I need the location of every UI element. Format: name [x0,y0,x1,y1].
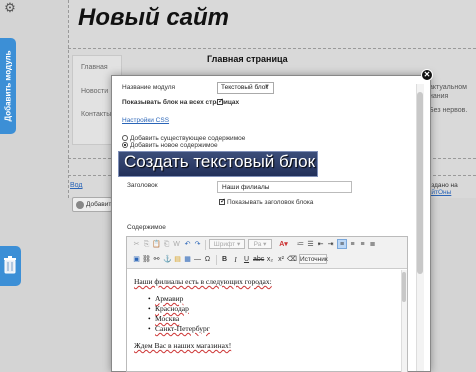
numbered-list-icon[interactable]: ≔ [296,240,305,250]
underline-icon[interactable]: U [242,255,251,265]
content-intro: Наши филиалы есть в следующих городах: [134,277,272,286]
divider [68,48,476,49]
source-button[interactable]: Источник [299,254,328,264]
radio-existing-label: Добавить существующее содержимое [130,135,246,142]
close-icon[interactable]: ✕ [421,69,433,81]
module-type-select[interactable]: Текстовый блок ▼ [217,82,274,94]
align-left-icon[interactable]: ≡ [337,239,347,249]
content-outro: Ждем Вас в наших магазинах! [134,341,231,350]
list-item: Санкт-Петербург [148,324,210,334]
radio-existing-content[interactable] [122,135,128,141]
radio-new-label: Добавить новое содержимое [130,142,218,149]
editor-scroll-thumb[interactable] [402,272,406,302]
module-name-label: Название модуля [122,84,176,91]
link-icon[interactable]: ⛓ [142,255,151,265]
add-button[interactable]: Добавить [72,197,115,212]
table-icon[interactable]: ▦ [183,255,192,265]
nav-item-contacts[interactable]: Контакты [81,111,111,118]
dialog-scroll-thumb[interactable] [417,92,423,274]
toolbar-separator [205,240,206,250]
bold-icon[interactable]: B [220,255,229,265]
show-heading-label: Показывать заголовок блока [227,199,314,206]
image-icon[interactable]: ▣ [132,255,141,265]
list-item: Армавир [148,294,210,304]
cut-icon[interactable]: ✂ [132,240,141,250]
nav-item-news[interactable]: Новости [81,88,108,95]
module-type-value: Текстовый блок [221,84,269,91]
list-item: Москва [148,314,210,324]
indent-icon[interactable]: ⇥ [326,240,335,250]
redo-icon[interactable]: ↷ [193,240,202,250]
content-label: Содержимое [127,224,166,231]
chevron-down-icon: ▼ [264,84,270,90]
video-link[interactable]: Вод [70,182,83,189]
city-name: Армавир [155,294,184,303]
align-right-icon[interactable]: ≡ [358,240,367,250]
site-title: Новый сайт [78,4,230,31]
city-list: Армавир Краснодар Москва Санкт-Петербург [148,294,210,334]
paste-word-icon[interactable]: W [172,240,181,250]
paste-icon[interactable]: 📋 [152,240,161,250]
gear-icon[interactable]: ⚙ [3,1,17,15]
remove-format-icon[interactable]: ⌫ [287,255,297,265]
side-text: нания [429,93,449,100]
radio-new-content[interactable] [122,142,128,148]
undo-icon[interactable]: ↶ [183,240,192,250]
special-char-icon[interactable]: Ω [203,255,212,265]
list-item: Краснодар [148,304,210,314]
source-button-label: Источник [300,256,328,263]
side-text: актуальном [429,84,467,91]
horizontal-rule-icon[interactable]: ― [193,255,202,265]
flash-icon[interactable]: ▤ [173,255,182,265]
toolbar-separator [216,255,217,265]
content-intro-text: Наши филиалы есть в следующих городах: [134,277,272,286]
font-size-select[interactable]: Ра ▾ [248,239,272,249]
outdent-icon[interactable]: ⇤ [316,240,325,250]
font-select-label: Шрифт [213,241,236,248]
unlink-icon[interactable]: ⚯ [152,255,161,265]
page-heading: Главная страница [207,54,288,64]
align-center-icon[interactable]: ≡ [348,240,357,250]
trash-tab[interactable] [0,246,21,286]
copy-icon[interactable]: ⎘ [142,240,151,250]
font-select[interactable]: Шрифт ▾ [209,239,245,249]
nav-item-home[interactable]: Главная [81,64,108,71]
paste-text-icon[interactable]: ⎗ [162,240,171,250]
italic-icon[interactable]: I [231,255,240,265]
add-module-tab[interactable]: Добавить модуль [0,38,16,134]
bullet-list-icon[interactable]: ☰ [306,240,315,250]
heading-input[interactable]: Наши филиалы [217,181,352,193]
trash-icon [4,256,16,274]
city-name: Санкт-Петербург [155,324,210,333]
text-color-icon[interactable]: A▾ [276,240,291,250]
city-name: Москва [155,314,180,323]
side-text: Без нервов. [429,107,468,114]
strikethrough-icon[interactable]: abc [253,255,264,265]
anchor-icon[interactable]: ⚓ [163,255,172,265]
show-all-pages-checkbox[interactable] [217,97,224,105]
subscript-icon[interactable]: x₂ [265,255,275,265]
dialog-title: Создать текстовый блок [124,152,316,171]
add-module-label: Добавить модуль [3,50,13,122]
city-name: Краснодар [155,304,189,313]
show-heading-checkbox[interactable] [219,197,226,205]
align-justify-icon[interactable]: ≣ [368,240,377,250]
css-settings-link[interactable]: Настройки CSS [122,117,169,124]
heading-label: Заголовок [127,182,158,189]
content-outro-text: Ждем Вас в наших магазинах! [134,341,232,350]
superscript-icon[interactable]: x² [276,255,286,265]
